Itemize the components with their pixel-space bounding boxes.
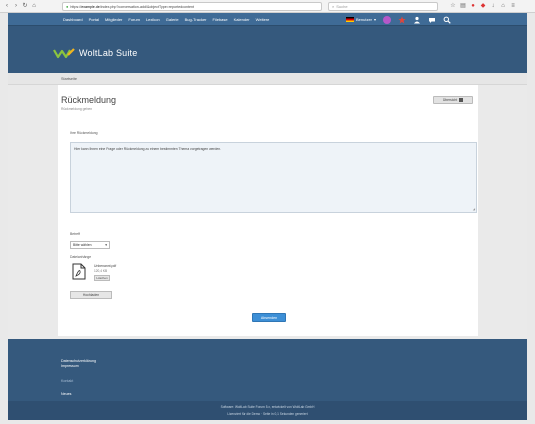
delete-attachment-button[interactable]: Löschen [94, 275, 110, 281]
reason-select[interactable]: Bitte wählen ▾ [70, 241, 110, 249]
bookmark-icon[interactable]: ▤ [460, 2, 466, 10]
menu-item[interactable]: Kalender [234, 17, 250, 22]
browser-extensions: ☆ ▤ ● ◆ ↓ ⌂ ≡ [450, 2, 516, 10]
addon-icon[interactable]: ● [470, 2, 476, 10]
message-textarea[interactable]: Hier kann Ihnen eine Frage oder Rückmeld… [70, 142, 477, 213]
menu-item[interactable]: Galerie [166, 17, 179, 22]
url-text: https://example.de/index.php?conversatio… [70, 4, 195, 9]
message-text: Hier kann Ihnen eine Frage oder Rückmeld… [74, 147, 222, 151]
menu-item[interactable]: Forum [128, 17, 140, 22]
menu-item[interactable]: Dashboard [63, 17, 83, 22]
copyright-line-2: Lizenziert für die Demo · Seite in 0,1 S… [227, 412, 308, 416]
home-icon[interactable]: ⌂ [31, 2, 37, 10]
home-toolbar-icon[interactable]: ⌂ [500, 2, 506, 10]
breadcrumb-bar: Startseite [8, 73, 527, 85]
menu-icon[interactable]: ≡ [510, 2, 516, 10]
forward-icon[interactable]: › [13, 2, 19, 10]
language-picker[interactable]: Benutzer ▾ [346, 17, 376, 22]
footer-link-imprint[interactable]: Impressum [61, 364, 79, 368]
reload-icon[interactable]: ↻ [22, 2, 28, 10]
main-content: Rückmeldung Rückmeldung geben Übersicht … [58, 85, 478, 336]
overview-button-label: Übersicht [442, 98, 458, 102]
menu-item[interactable]: Weitere [256, 17, 270, 22]
page-title: Rückmeldung [61, 95, 117, 105]
copyright-line-1: Software: WoltLab Suite Forum 5.x, entwi… [220, 405, 315, 409]
user-name: Benutzer [356, 17, 373, 22]
lock-icon: ● [66, 4, 69, 9]
attachment-item: Unbenannt.pdf 120,4 KB Löschen [94, 264, 116, 281]
overview-button[interactable]: Übersicht [433, 96, 473, 104]
page-window: Dashboard Portal Mitglieder Forum Lexikon Gal… [8, 13, 527, 420]
site-logo[interactable]: WoltLab Suite [53, 47, 137, 59]
page-subtitle: Rückmeldung geben [61, 107, 93, 111]
pocket-icon[interactable]: ◆ [480, 2, 486, 10]
conversation-icon[interactable] [428, 16, 436, 24]
footer-links: Datenschutzerklärung Impressum Kontakt N… [58, 339, 478, 401]
main-menu-items: Dashboard Portal Mitglieder Forum Lexikon Gal… [63, 13, 269, 26]
file-size: 120,4 KB [94, 269, 108, 273]
logo-icon [53, 48, 75, 59]
pdf-file-icon [72, 263, 86, 280]
menu-item[interactable]: Filebase [213, 17, 228, 22]
footer-link-privacy[interactable]: Datenschutzerklärung [61, 359, 96, 363]
chevron-down-icon: ▾ [105, 243, 107, 247]
star-icon[interactable]: ☆ [450, 2, 456, 10]
search-icon: ⌕ [332, 4, 335, 9]
site-header: Dashboard Portal Mitglieder Forum Lexikon Gal… [8, 13, 527, 73]
url-bar[interactable]: ● https://example.de/index.php?conversat… [62, 2, 322, 11]
logo-text: WoltLab Suite [79, 48, 138, 58]
footer-link-news[interactable]: Neues [61, 392, 71, 396]
breadcrumb[interactable]: Startseite [61, 77, 77, 81]
back-icon[interactable]: ‹ [4, 2, 10, 10]
menu-item[interactable]: Mitglieder [105, 17, 122, 22]
search-icon[interactable] [443, 16, 451, 24]
file-name[interactable]: Unbenannt.pdf [94, 264, 116, 268]
upload-button[interactable]: Hochladen [70, 291, 112, 299]
download-icon[interactable]: ↓ [490, 2, 496, 10]
menu-item[interactable]: Portal [89, 17, 99, 22]
menu-item[interactable]: Bug-Tracker [185, 17, 207, 22]
message-label: Ihre Rückmeldung [70, 131, 98, 135]
user-panel: Benutzer ▾ [346, 15, 451, 24]
user-icon[interactable] [413, 16, 421, 24]
flag-de-icon [346, 17, 354, 22]
attachments-label: Dateianhänge [70, 255, 92, 259]
footer-link-contact[interactable]: Kontakt [61, 379, 73, 383]
list-icon [459, 98, 464, 102]
main-menu: Dashboard Portal Mitglieder Forum Lexikon Gal… [8, 13, 527, 26]
reason-label: Betreff [70, 232, 80, 236]
copyright-bar: Software: WoltLab Suite Forum 5.x, entwi… [8, 401, 527, 420]
reason-value: Bitte wählen [73, 243, 92, 247]
submit-button[interactable]: Absenden [252, 313, 286, 322]
search-placeholder: Suche [336, 4, 348, 9]
browser-search-input[interactable]: ⌕ Suche [328, 2, 438, 11]
menu-item[interactable]: Lexikon [146, 17, 160, 22]
resize-handle-icon[interactable]: ◢ [473, 207, 475, 211]
site-footer: Datenschutzerklärung Impressum Kontakt N… [8, 339, 527, 420]
avatar[interactable] [383, 15, 392, 24]
chevron-down-icon: ▾ [374, 17, 377, 22]
notification-icon[interactable] [398, 16, 406, 24]
